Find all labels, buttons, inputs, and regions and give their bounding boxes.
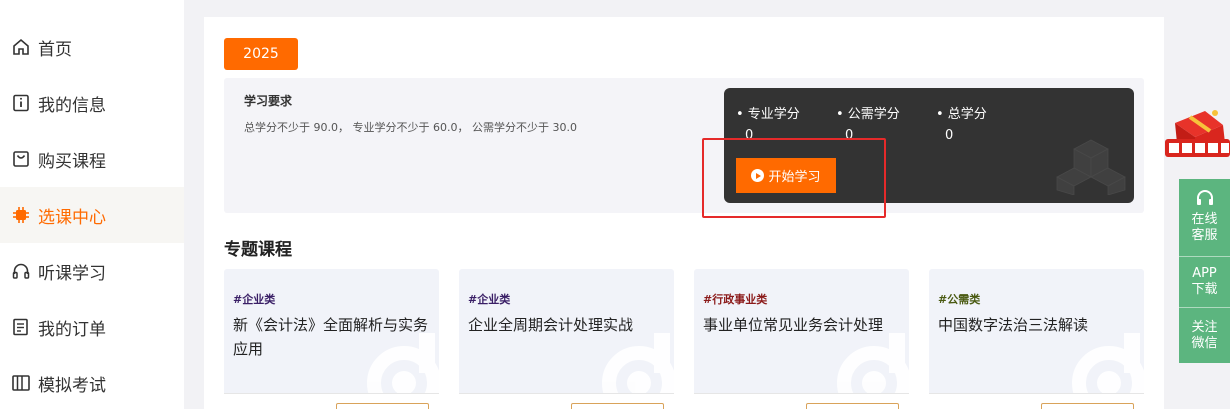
course-card-footer <box>694 393 909 409</box>
credit-label: • 总学分 <box>936 107 987 122</box>
cubes-decoration-icon <box>1056 139 1126 195</box>
float-line1: 关注 <box>1191 320 1218 335</box>
main-panel: 2025 学习要求 总学分不少于 90.0， 专业学分不少于 60.0， 公需学… <box>204 17 1164 409</box>
info-icon <box>10 92 32 114</box>
professional-credits: • 专业学分 0 <box>736 103 800 143</box>
credit-summary-card: • 专业学分 0 • 公需学分 0 • 总学分 0 开始学习 <box>724 88 1134 203</box>
app-download-button[interactable]: APP 下载 <box>1179 266 1230 298</box>
credit-value: 0 <box>945 128 954 143</box>
total-credits: • 总学分 0 <box>936 103 987 143</box>
headset-icon <box>1196 190 1213 205</box>
course-card[interactable]: #企业类 新《会计法》全面解析与实务应用 <box>224 269 439 409</box>
sidebar-item-home[interactable]: 首页 <box>0 19 184 75</box>
play-icon <box>751 169 765 182</box>
course-action-button[interactable] <box>806 403 899 409</box>
course-card-footer <box>929 393 1144 409</box>
sidebar-item-my-orders[interactable]: 我的订单 <box>0 299 184 355</box>
public-credits: • 公需学分 0 <box>836 103 900 143</box>
course-tag: #企业类 <box>468 293 511 306</box>
sidebar-item-label: 听课学习 <box>38 263 106 284</box>
course-action-button[interactable] <box>1041 403 1134 409</box>
book-icon <box>10 372 32 394</box>
credit-value: 0 <box>845 128 854 143</box>
sidebar-item-label: 选课中心 <box>38 207 106 228</box>
sidebar: 首页 我的信息 购买课程 选课中心 听课学习 我的订单 模拟考试 <box>0 0 184 409</box>
sidebar-item-mock-exam[interactable]: 模拟考试 <box>0 355 184 409</box>
course-card[interactable]: #公需类 中国数字法治三法解读 <box>929 269 1144 409</box>
sidebar-item-label: 我的信息 <box>38 95 106 116</box>
online-service-button[interactable]: 在线 客服 <box>1179 187 1230 244</box>
chip-icon <box>10 204 32 226</box>
course-card[interactable]: #行政事业类 事业单位常见业务会计处理 <box>694 269 909 409</box>
course-card-footer <box>224 393 439 409</box>
sidebar-item-label: 我的订单 <box>38 319 106 340</box>
float-line2: 客服 <box>1191 228 1218 243</box>
requirements-title: 学习要求 <box>244 94 293 108</box>
requirements-description: 总学分不少于 90.0， 专业学分不少于 60.0， 公需学分不少于 30.0 <box>244 121 577 134</box>
float-line1: 在线 <box>1191 212 1218 227</box>
divider <box>1179 256 1230 257</box>
sidebar-item-buy-courses[interactable]: 购买课程 <box>0 131 184 187</box>
credit-label: • 公需学分 <box>836 107 900 122</box>
start-learning-label: 开始学习 <box>768 170 821 185</box>
float-line2: 下载 <box>1191 282 1218 297</box>
study-requirements-box: 学习要求 总学分不少于 90.0， 专业学分不少于 60.0， 公需学分不少于 … <box>224 78 1144 213</box>
sidebar-item-my-info[interactable]: 我的信息 <box>0 75 184 131</box>
divider <box>1179 307 1230 308</box>
sidebar-item-listen-study[interactable]: 听课学习 <box>0 243 184 299</box>
headphones-icon <box>10 260 32 282</box>
year-button[interactable]: 2025 <box>224 38 298 70</box>
section-title: 专题课程 <box>224 240 292 260</box>
sidebar-item-label: 模拟考试 <box>38 375 106 396</box>
course-card-footer <box>459 393 674 409</box>
sidebar-item-label: 首页 <box>38 39 72 60</box>
course-action-button[interactable] <box>571 403 664 409</box>
course-action-button[interactable] <box>336 403 429 409</box>
float-line2: 微信 <box>1191 336 1218 351</box>
follow-wechat-button[interactable]: 关注 微信 <box>1179 320 1230 352</box>
float-line1: APP <box>1192 266 1217 281</box>
credit-value: 0 <box>745 128 754 143</box>
new-user-gift-icon[interactable] <box>1165 105 1230 165</box>
course-card[interactable]: #企业类 企业全周期会计处理实战 <box>459 269 674 409</box>
cart-icon <box>10 148 32 170</box>
sidebar-item-course-center[interactable]: 选课中心 <box>0 187 184 243</box>
home-icon <box>10 36 32 58</box>
course-tag: #企业类 <box>233 293 276 306</box>
start-learning-button[interactable]: 开始学习 <box>736 158 836 193</box>
course-tag: #公需类 <box>938 293 981 306</box>
credit-label: • 专业学分 <box>736 107 800 122</box>
order-icon <box>10 316 32 338</box>
course-tag: #行政事业类 <box>703 293 768 306</box>
floating-side-bar: 在线 客服 APP 下载 关注 微信 <box>1179 179 1230 363</box>
sidebar-item-label: 购买课程 <box>38 151 106 172</box>
